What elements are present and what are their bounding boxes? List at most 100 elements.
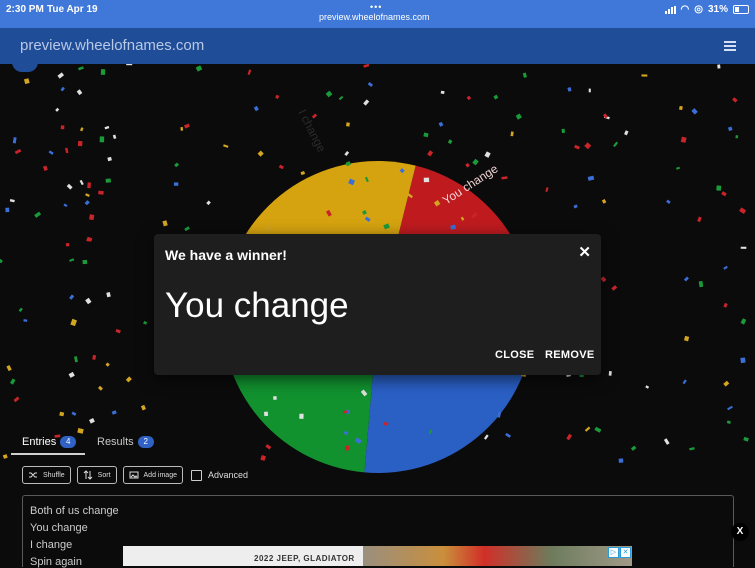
confetti-piece — [325, 90, 333, 98]
confetti-piece — [173, 182, 179, 186]
confetti-piece — [57, 72, 65, 79]
confetti-piece — [676, 166, 681, 170]
confetti-piece — [69, 258, 75, 262]
close-button[interactable]: CLOSE — [495, 349, 534, 361]
ad-info-icon[interactable]: ▷ — [608, 547, 619, 558]
confetti-piece — [338, 95, 344, 101]
confetti-piece — [63, 203, 68, 208]
confetti-piece — [510, 131, 514, 137]
confetti-piece — [484, 151, 491, 158]
ad-close-icon[interactable]: ✕ — [620, 547, 631, 558]
multitask-dots-icon[interactable]: ••• — [370, 2, 382, 12]
confetti-piece — [740, 246, 747, 249]
confetti-piece — [10, 378, 16, 385]
confetti-piece — [611, 285, 618, 291]
confetti-piece — [447, 139, 453, 145]
add-image-button[interactable]: Add image — [122, 466, 183, 484]
status-date: Tue Apr 19 — [47, 4, 98, 15]
confetti-piece — [0, 258, 3, 264]
confetti-piece — [125, 376, 132, 383]
confetti-piece — [247, 69, 252, 76]
sort-icon — [83, 470, 93, 480]
close-icon[interactable]: ✕ — [578, 243, 591, 261]
confetti-piece — [23, 319, 28, 322]
ad-choices[interactable]: ▷ ✕ — [608, 547, 631, 558]
confetti-piece — [111, 410, 117, 415]
entries-toolbar: Shuffle Sort Add image Advanced — [22, 466, 248, 484]
confetti-piece — [112, 134, 117, 139]
confetti-piece — [465, 162, 470, 168]
entry-line: I change — [30, 539, 73, 551]
confetti-piece — [78, 66, 84, 71]
confetti-piece — [608, 371, 612, 376]
confetti-piece — [684, 335, 690, 342]
confetti-piece — [716, 185, 722, 191]
remove-button[interactable]: REMOVE — [545, 349, 594, 361]
confetti-piece — [743, 436, 749, 442]
confetti-piece — [100, 69, 106, 75]
confetti-piece — [5, 207, 10, 213]
shuffle-button[interactable]: Shuffle — [22, 466, 71, 484]
confetti-piece — [567, 86, 572, 92]
confetti-piece — [680, 136, 687, 143]
confetti-piece — [77, 428, 84, 434]
confetti-piece — [174, 162, 180, 168]
confetti-piece — [105, 362, 110, 367]
confetti-piece — [85, 297, 92, 305]
confetti-piece — [561, 128, 565, 134]
results-count-badge: 2 — [137, 436, 154, 448]
confetti-piece — [183, 123, 190, 129]
confetti-piece — [601, 198, 607, 204]
confetti-piece — [257, 150, 264, 157]
confetti-piece — [732, 97, 738, 103]
confetti-piece — [678, 105, 683, 111]
sort-label: Sort — [97, 471, 111, 479]
tab-results[interactable]: Results 2 — [97, 436, 154, 448]
app-title[interactable]: preview.wheelofnames.com — [20, 37, 204, 54]
confetti-piece — [427, 150, 434, 157]
confetti-piece — [104, 125, 110, 130]
tab-entries[interactable]: Entries 4 — [22, 436, 77, 448]
confetti-piece — [99, 136, 105, 143]
confetti-piece — [184, 226, 190, 232]
confetti-piece — [689, 447, 695, 451]
confetti-piece — [79, 179, 84, 186]
status-url[interactable]: preview.wheelofnames.com — [319, 12, 430, 22]
confetti-piece — [641, 74, 648, 77]
ad-banner[interactable]: 2022 JEEP, GLADIATOR ▷ ✕ — [123, 546, 632, 566]
confetti-piece — [55, 107, 60, 112]
confetti-piece — [645, 385, 650, 389]
confetti-piece — [206, 200, 211, 206]
confetti-piece — [18, 307, 23, 313]
signal-icon — [664, 5, 676, 14]
confetti-piece — [87, 182, 91, 189]
confetti-piece — [363, 99, 370, 106]
confetti-piece — [223, 144, 229, 148]
confetti-piece — [566, 433, 573, 441]
confetti-piece — [77, 140, 83, 147]
ios-status-bar: 2:30 PM Tue Apr 19 ••• preview.wheelofna… — [0, 0, 755, 28]
advanced-checkbox[interactable] — [190, 469, 202, 481]
confetti-piece — [23, 78, 30, 85]
confetti-piece — [723, 302, 728, 308]
confetti-piece — [663, 438, 670, 445]
ad-dismiss-button[interactable]: X — [731, 523, 749, 541]
confetti-piece — [89, 418, 95, 424]
confetti-piece — [423, 132, 429, 138]
confetti-piece — [367, 82, 373, 88]
image-icon — [129, 471, 139, 479]
confetti-piece — [275, 94, 280, 99]
confetti-piece — [59, 411, 65, 417]
confetti-piece — [48, 150, 54, 155]
confetti-piece — [721, 191, 727, 197]
confetti-piece — [346, 122, 350, 127]
confetti-piece — [727, 405, 733, 411]
advanced-toggle[interactable]: Advanced — [190, 469, 248, 481]
confetti-piece — [493, 94, 499, 100]
confetti-piece — [440, 90, 445, 95]
confetti-piece — [162, 220, 168, 227]
sort-button[interactable]: Sort — [76, 466, 117, 484]
confetti-piece — [66, 183, 73, 190]
status-indicators: ◠ ◎ 31% — [664, 4, 749, 15]
hamburger-menu-icon[interactable] — [724, 41, 736, 51]
